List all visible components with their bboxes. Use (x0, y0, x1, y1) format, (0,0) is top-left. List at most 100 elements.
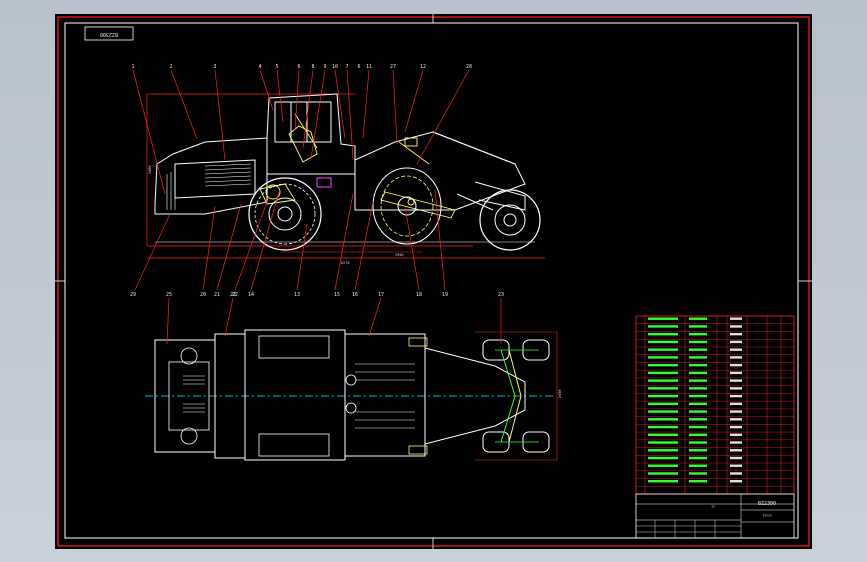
length-dimension: 8270 (341, 261, 349, 265)
part-label: 21 (214, 292, 220, 298)
part-label: 11 (366, 64, 372, 70)
parts-row-code-text (648, 387, 678, 390)
parts-row-code-text (648, 325, 678, 328)
side-view-bottom-labels: 29 20 21 22 14 13 15 16 18 19 (130, 292, 448, 298)
parts-row-qty-text (730, 418, 742, 421)
parts-row-qty-text (730, 449, 742, 452)
parts-row-name-text (689, 402, 707, 406)
part-label: 15 (334, 292, 340, 298)
parts-row-qty-text (730, 472, 742, 475)
drawing-canvas: BZ2300 3400 8270 2950 1 2 3 4 5 6 8 9 10… (55, 14, 812, 549)
parts-row-qty-text (730, 441, 742, 444)
part-label: 4 (258, 64, 261, 70)
parts-row-qty-text (730, 317, 742, 320)
part-label: 14 (248, 292, 254, 298)
parts-row-qty-text (730, 379, 742, 382)
parts-row-code-text (648, 418, 678, 421)
parts-row-code-text (648, 464, 678, 467)
parts-row-name-text (689, 348, 707, 351)
parts-row-name-text (689, 425, 707, 429)
parts-row-name-text (689, 418, 707, 421)
parts-row-code-text (648, 441, 678, 444)
parts-row-name-text (689, 363, 707, 367)
parts-row-name-text (689, 433, 707, 436)
parts-row-name-text (689, 394, 707, 398)
title-block: BZ2300 ????? ?? (635, 493, 795, 539)
parts-row-name-text (689, 387, 707, 390)
part-label: 28 (466, 64, 472, 70)
part-label: 1 (131, 64, 134, 70)
parts-row-name-text (689, 332, 707, 336)
parts-row-code-text (648, 379, 678, 382)
width-dimension: 2450 (558, 390, 562, 398)
drawing-number-box: BZ2300 (84, 26, 134, 41)
parts-row-qty-text (730, 480, 742, 483)
parts-row-code-text (648, 371, 678, 375)
scale-label: ?? (711, 505, 715, 509)
parts-row-code-text (648, 433, 678, 436)
part-label: 12 (420, 64, 426, 70)
rotor-drum (372, 167, 442, 245)
parts-row-name-text (689, 472, 707, 475)
parts-row-code-text (648, 456, 678, 460)
title-code: BZ2300 (758, 501, 776, 507)
part-label: 20 (200, 292, 206, 298)
parts-row-name-text (689, 456, 707, 460)
parts-row-qty-text (730, 456, 742, 460)
part-label: 6 (297, 64, 300, 70)
parts-row-code-text (648, 394, 678, 398)
parts-row-code-text (648, 449, 678, 452)
part-label: 23 (498, 292, 504, 298)
parts-list (635, 315, 795, 495)
parts-row-name-text (689, 441, 707, 444)
parts-row-code-text (648, 402, 678, 406)
parts-row-name-text (689, 371, 707, 375)
parts-row-name-text (689, 356, 707, 359)
parts-row-name-text (689, 464, 707, 467)
parts-row-qty-text (730, 325, 742, 328)
parts-row-qty-text (730, 402, 742, 406)
part-label: 29 (130, 292, 136, 298)
parts-row-code-text (648, 356, 678, 359)
part-label: 2 (169, 64, 172, 70)
parts-row-code-text (648, 410, 678, 413)
parts-row-code-text (648, 363, 678, 367)
parts-row-code-text (648, 317, 678, 320)
height-dimension: 3400 (148, 166, 152, 174)
parts-row-name-text (689, 480, 707, 483)
parts-row-code-text (648, 340, 678, 344)
parts-row-code-text (648, 472, 678, 475)
parts-row-qty-text (730, 340, 742, 344)
parts-row-name-text (689, 449, 707, 452)
parts-row-qty-text (730, 356, 742, 359)
wheelbase-dimension: 2950 (395, 253, 403, 257)
parts-row-qty-text (730, 387, 742, 390)
parts-row-qty-text (730, 348, 742, 351)
part-label: 25 (166, 292, 172, 298)
parts-row-code-text (648, 332, 678, 336)
parts-row-name-text (689, 317, 707, 320)
parts-row-qty-text (730, 433, 742, 436)
parts-row-name-text (689, 340, 707, 344)
parts-row-qty-text (730, 394, 742, 398)
parts-row-name-text (689, 325, 707, 328)
side-view-top-labels: 1 2 3 4 5 6 8 9 10 7 6 11 27 12 28 (131, 64, 472, 70)
part-label: 13 (294, 292, 300, 298)
front-wheel (248, 177, 322, 251)
part-label: 22 (230, 292, 236, 298)
cad-viewport[interactable]: BZ2300 3400 8270 2950 1 2 3 4 5 6 8 9 10… (0, 0, 867, 562)
parts-row-name-text (689, 379, 707, 382)
part-label: 5 (275, 64, 278, 70)
part-label: 10 (332, 64, 338, 70)
plan-view: 2450 25 22 17 23 (145, 292, 562, 461)
part-label: 16 (352, 292, 358, 298)
parts-row-qty-text (730, 332, 742, 336)
part-label: 27 (390, 64, 396, 70)
parts-row-code-text (648, 480, 678, 483)
part-label: 9 (323, 64, 326, 70)
drawing-number: BZ2300 (100, 31, 118, 37)
title-name: ????? (762, 514, 772, 518)
part-label: 18 (416, 292, 422, 298)
parts-row-qty-text (730, 371, 742, 375)
side-view: 3400 8270 2950 1 2 3 4 5 6 8 9 10 7 6 11… (130, 64, 545, 298)
